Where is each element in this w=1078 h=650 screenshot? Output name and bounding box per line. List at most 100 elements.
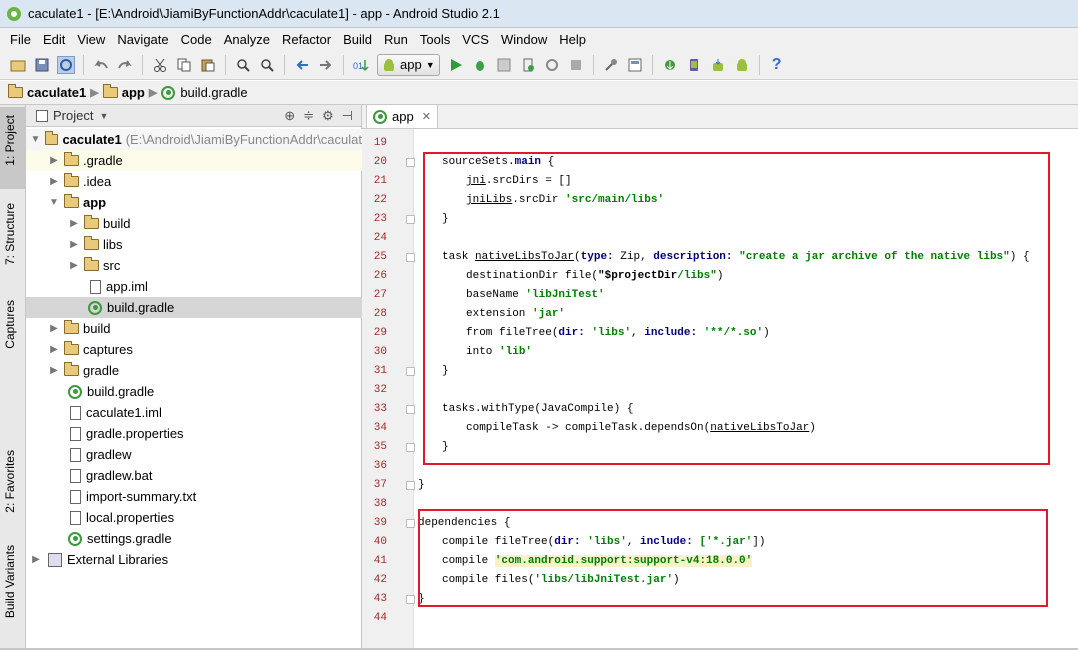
- tree-item-local-properties[interactable]: local.properties: [26, 507, 362, 528]
- fold-marker-icon[interactable]: [406, 215, 415, 224]
- tree-item-settings-gradle[interactable]: settings.gradle: [26, 528, 362, 549]
- tree-item-import-summary[interactable]: import-summary.txt: [26, 486, 362, 507]
- menu-help[interactable]: Help: [559, 32, 586, 47]
- tree-item-src[interactable]: ▶ src: [26, 255, 362, 276]
- tree-item-app-build-gradle[interactable]: build.gradle: [26, 297, 362, 318]
- menu-vcs[interactable]: VCS: [462, 32, 489, 47]
- attach-debugger-icon[interactable]: [519, 56, 537, 74]
- tab-build-variants[interactable]: Build Variants: [3, 545, 17, 618]
- cut-icon[interactable]: [151, 56, 169, 74]
- fold-marker-icon[interactable]: [406, 405, 415, 414]
- project-structure-icon[interactable]: [602, 56, 620, 74]
- breadcrumb: caculate1 ▶ app ▶ build.gradle: [0, 81, 1078, 105]
- undo-icon[interactable]: [92, 56, 110, 74]
- editor-tab-app[interactable]: app ✕: [366, 104, 438, 128]
- tree-item-root-build-gradle[interactable]: build.gradle: [26, 381, 362, 402]
- close-icon[interactable]: ✕: [422, 110, 431, 123]
- paste-icon[interactable]: [199, 56, 217, 74]
- tree-item-dot-gradle[interactable]: ▶ .gradle: [26, 150, 362, 171]
- menu-tools[interactable]: Tools: [420, 32, 450, 47]
- coverage-icon[interactable]: [495, 56, 513, 74]
- gradle-sync-icon[interactable]: [661, 56, 679, 74]
- tree-item-libs[interactable]: ▶ libs: [26, 234, 362, 255]
- menu-build[interactable]: Build: [343, 32, 372, 47]
- tree-item-caculate1[interactable]: ▼ caculate1 (E:\Android\JiamiByFunctionA…: [26, 129, 362, 150]
- menu-navigate[interactable]: Navigate: [117, 32, 168, 47]
- menu-edit[interactable]: Edit: [43, 32, 65, 47]
- collapse-icon[interactable]: ≑: [303, 108, 314, 124]
- project-view-label[interactable]: Project: [53, 108, 93, 123]
- save-icon[interactable]: [33, 56, 51, 74]
- line-number: 31: [373, 365, 387, 377]
- breadcrumb-item-build-gradle[interactable]: build.gradle: [161, 85, 248, 100]
- tree-item-label: local.properties: [86, 510, 175, 525]
- line-number: 29: [373, 327, 387, 339]
- fold-marker-icon[interactable]: [406, 158, 415, 167]
- tree-item-build[interactable]: ▶ build: [26, 318, 362, 339]
- avd-manager-icon[interactable]: [685, 56, 703, 74]
- tree-item-captures[interactable]: ▶ captures: [26, 339, 362, 360]
- tree-item-caculate1-iml[interactable]: caculate1.iml: [26, 402, 362, 423]
- run-config-select[interactable]: app ▼: [377, 53, 440, 76]
- sdk-layout-icon[interactable]: [626, 56, 644, 74]
- sync-icon[interactable]: [57, 55, 75, 74]
- tree-item-dot-idea[interactable]: ▶ .idea: [26, 171, 362, 192]
- run-icon[interactable]: [447, 56, 465, 74]
- sdk-manager-icon[interactable]: [709, 56, 727, 74]
- tree-item-gradle-properties[interactable]: gradle.properties: [26, 423, 362, 444]
- find-icon[interactable]: [234, 56, 252, 74]
- redo-icon[interactable]: [116, 56, 134, 74]
- tree-item-app[interactable]: ▼ app: [26, 192, 362, 213]
- open-folder-icon[interactable]: [9, 56, 27, 74]
- menu-bar: File Edit View Navigate Code Analyze Ref…: [0, 28, 1078, 50]
- rerun-icon[interactable]: [543, 56, 561, 74]
- menu-view[interactable]: View: [77, 32, 105, 47]
- tab-captures[interactable]: Captures: [3, 300, 17, 349]
- back-icon[interactable]: [293, 56, 311, 74]
- menu-window[interactable]: Window: [501, 32, 547, 47]
- make-project-icon[interactable]: 01: [352, 56, 370, 74]
- stop-icon[interactable]: [567, 56, 585, 74]
- tree-item-label: settings.gradle: [87, 531, 172, 546]
- fold-marker-icon[interactable]: [406, 595, 415, 604]
- tree-item-app-iml[interactable]: app.iml: [26, 276, 362, 297]
- folder-icon: [64, 173, 79, 187]
- target-icon[interactable]: ⊕: [284, 108, 295, 124]
- chevron-down-icon[interactable]: ▼: [99, 111, 108, 121]
- android-studio-icon: [7, 6, 21, 21]
- android-device-monitor-icon[interactable]: [733, 56, 751, 74]
- menu-refactor[interactable]: Refactor: [282, 32, 331, 47]
- tab-favorites[interactable]: 2: Favorites: [3, 450, 17, 513]
- menu-code[interactable]: Code: [181, 32, 212, 47]
- tree-item-label: External Libraries: [67, 552, 169, 567]
- tree-item-label: libs: [103, 237, 123, 252]
- fold-marker-icon[interactable]: [406, 481, 415, 490]
- tree-item-gradlew-bat[interactable]: gradlew.bat: [26, 465, 362, 486]
- fold-marker-icon[interactable]: [406, 367, 415, 376]
- menu-run[interactable]: Run: [384, 32, 408, 47]
- folder-icon: [64, 362, 79, 376]
- breadcrumb-item-caculate1[interactable]: caculate1 ▶: [8, 84, 99, 100]
- tree-item-gradle[interactable]: ▶ gradle: [26, 360, 362, 381]
- breadcrumb-item-app[interactable]: app ▶: [102, 84, 157, 100]
- fold-marker-icon[interactable]: [406, 253, 415, 262]
- menu-file[interactable]: File: [10, 32, 31, 47]
- forward-icon[interactable]: [317, 56, 335, 74]
- help-icon[interactable]: ?: [768, 56, 786, 74]
- tree-item-external-libraries[interactable]: ▶ External Libraries: [26, 549, 362, 570]
- copy-icon[interactable]: [175, 56, 193, 74]
- hide-icon[interactable]: ⊣: [342, 108, 353, 124]
- debug-icon[interactable]: [471, 56, 489, 74]
- tree-item-label: caculate1: [62, 132, 122, 147]
- replace-icon[interactable]: [258, 56, 276, 74]
- project-panel-header: Project ▼ ⊕ ≑ ⚙ ⊣: [26, 105, 361, 127]
- tree-item-gradlew[interactable]: gradlew: [26, 444, 362, 465]
- tree-item-label: gradlew.bat: [86, 468, 153, 483]
- tree-item-app-build[interactable]: ▶ build: [26, 213, 362, 234]
- fold-marker-icon[interactable]: [406, 519, 415, 528]
- fold-marker-icon[interactable]: [406, 443, 415, 452]
- gear-icon[interactable]: ⚙: [322, 108, 334, 124]
- menu-analyze[interactable]: Analyze: [224, 32, 270, 47]
- tab-structure[interactable]: 7: Structure: [3, 203, 17, 265]
- tab-project[interactable]: 1: Project: [3, 115, 17, 166]
